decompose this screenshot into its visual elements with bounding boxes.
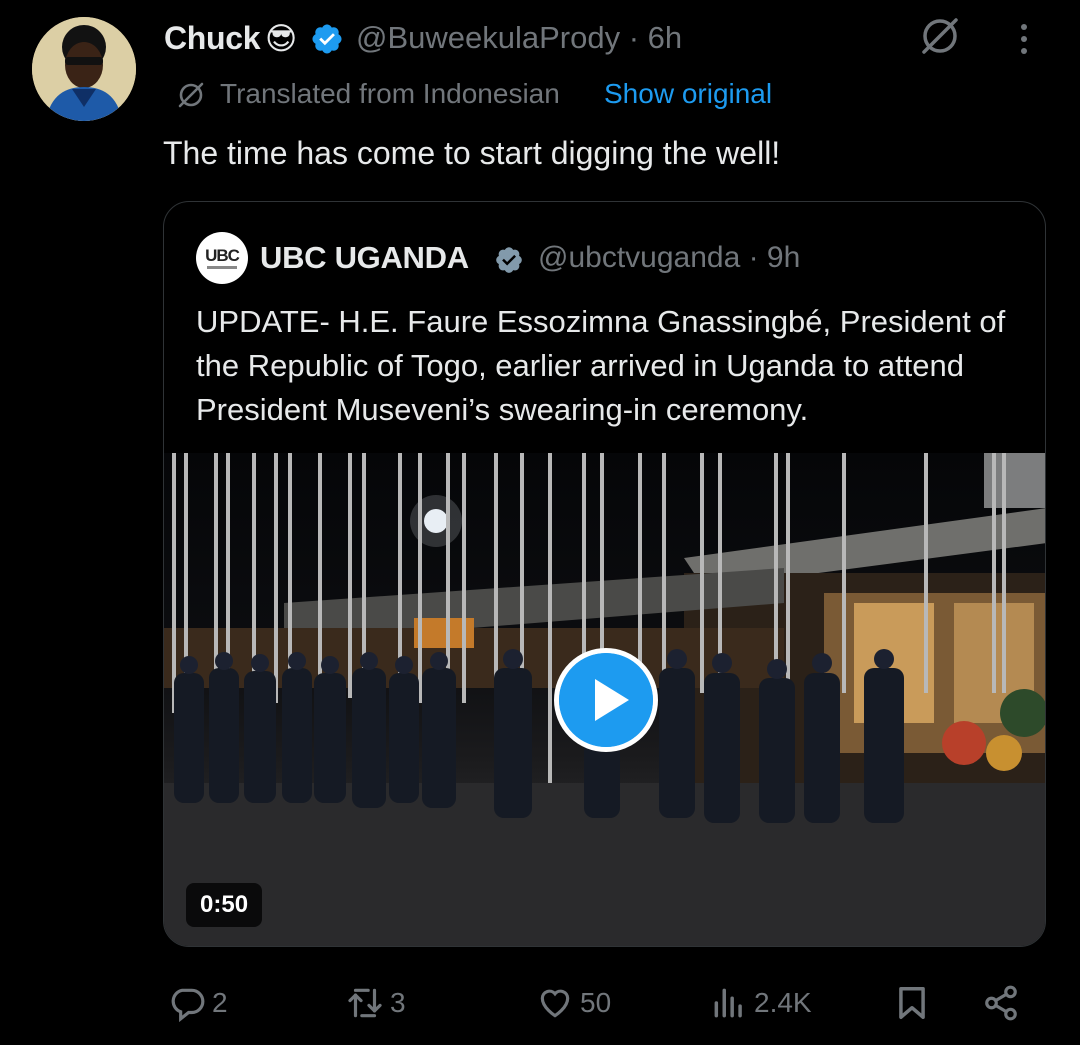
- tweet-text: The time has come to start digging the w…: [163, 135, 781, 171]
- quoted-author-name[interactable]: UBC UGANDA: [260, 238, 469, 278]
- translate-grok-icon: [178, 82, 204, 108]
- repost-button[interactable]: 3: [346, 980, 406, 1026]
- author-handle-time[interactable]: @BuweekulaPrody · 6h: [356, 18, 682, 58]
- quoted-handle[interactable]: @ubctvuganda: [538, 241, 740, 274]
- play-icon[interactable]: [554, 648, 658, 752]
- views-icon: [714, 988, 742, 1018]
- bookmark-button[interactable]: [893, 980, 931, 1026]
- quoted-time[interactable]: · 9h: [749, 241, 801, 274]
- views-button[interactable]: 2.4K: [710, 980, 812, 1026]
- author-avatar[interactable]: [32, 17, 136, 121]
- like-count: 50: [580, 987, 612, 1018]
- reply-button[interactable]: 2: [168, 980, 228, 1026]
- like-button[interactable]: 50: [536, 980, 611, 1026]
- reply-icon: [171, 988, 205, 1022]
- reply-count: 2: [212, 987, 228, 1018]
- video-player[interactable]: 0:50: [164, 453, 1045, 946]
- heart-icon: [540, 989, 570, 1018]
- repost-icon: [348, 988, 382, 1018]
- quoted-tweet-text: UPDATE- H.E. Faure Essozimna Gnassingbé,…: [196, 304, 1006, 427]
- bookmark-icon: [899, 987, 925, 1019]
- translated-label: Translated from Indonesian: [220, 78, 560, 109]
- post-time[interactable]: · 6h: [629, 20, 682, 55]
- author-handle[interactable]: @BuweekulaPrody: [356, 20, 620, 55]
- verified-badge-icon: [312, 24, 342, 54]
- repost-count: 3: [390, 987, 406, 1018]
- quoted-handle-time[interactable]: @ubctvuganda · 9h: [538, 238, 800, 278]
- logo-underline: [207, 265, 237, 269]
- video-duration: 0:50: [186, 883, 263, 927]
- gray-verified-badge-icon: [496, 247, 522, 273]
- sunglasses-emoji: 😎: [265, 21, 298, 56]
- share-icon: [985, 985, 1017, 1021]
- quoted-tweet-card[interactable]: UBC UBC UGANDA @ubctvuganda · 9h UPDATE-…: [163, 201, 1046, 947]
- more-options-icon[interactable]: [1012, 22, 1036, 56]
- quoted-avatar[interactable]: UBC: [196, 232, 248, 284]
- view-count: 2.4K: [754, 987, 812, 1018]
- grok-icon[interactable]: [918, 14, 962, 58]
- author-name[interactable]: Chuck: [164, 18, 261, 58]
- share-button[interactable]: [982, 980, 1020, 1026]
- quoted-avatar-logo-text: UBC: [205, 245, 240, 265]
- show-original-link[interactable]: Show original: [604, 74, 772, 114]
- avatar-image: [32, 17, 136, 121]
